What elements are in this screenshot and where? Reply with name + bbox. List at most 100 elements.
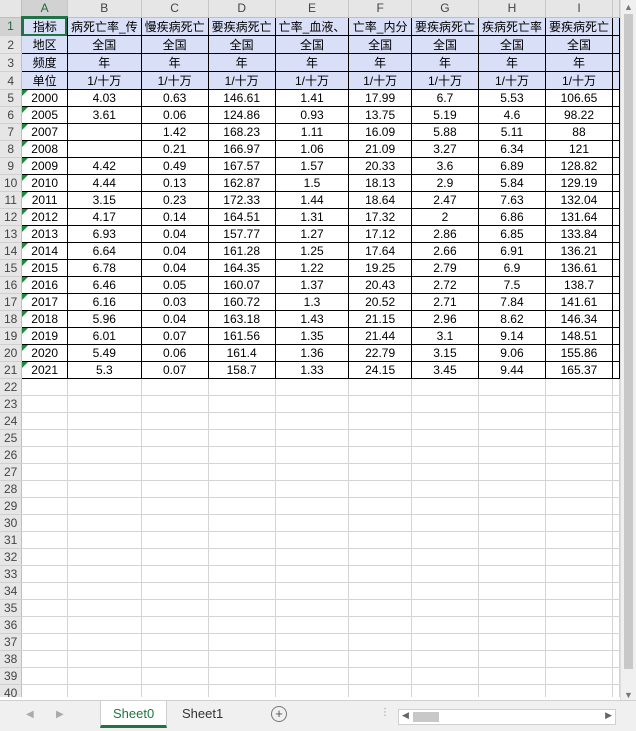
empty-cell[interactable]: [208, 667, 276, 685]
empty-cell[interactable]: [612, 667, 620, 685]
empty-cell[interactable]: [545, 497, 614, 515]
cell-c4[interactable]: 1/十万: [140, 71, 209, 90]
cell-a1[interactable]: 指标: [21, 16, 68, 36]
column-header-i[interactable]: I: [545, 0, 614, 18]
empty-cell[interactable]: [141, 497, 209, 515]
row-header[interactable]: 11: [0, 191, 23, 209]
empty-cell[interactable]: [612, 582, 620, 600]
cell-c3[interactable]: 年: [140, 53, 209, 72]
row-header[interactable]: 16: [0, 276, 23, 294]
empty-cell[interactable]: [208, 548, 276, 566]
empty-cell[interactable]: [612, 106, 620, 124]
cell-h13[interactable]: 6.85: [477, 225, 546, 243]
empty-cell[interactable]: [208, 446, 276, 464]
cell-a7[interactable]: 2007: [21, 123, 68, 141]
cell-c17[interactable]: 0.03: [140, 293, 209, 311]
cell-e8[interactable]: 1.06: [274, 140, 350, 158]
cell-b6[interactable]: 3.61: [66, 106, 142, 124]
cell-d17[interactable]: 160.72: [207, 293, 276, 311]
cell-d9[interactable]: 167.57: [207, 157, 276, 175]
empty-cell[interactable]: [141, 565, 209, 583]
cell-f4[interactable]: 1/十万: [348, 71, 412, 90]
tab-sheet1[interactable]: Sheet1: [170, 701, 235, 727]
empty-cell[interactable]: [21, 650, 68, 668]
cell-c11[interactable]: 0.23: [140, 191, 209, 209]
cell-f5[interactable]: 17.99: [348, 89, 412, 107]
cell-d19[interactable]: 161.56: [207, 327, 276, 345]
empty-cell[interactable]: [141, 531, 209, 549]
empty-cell[interactable]: [612, 89, 620, 107]
empty-cell[interactable]: [208, 395, 276, 413]
empty-cell[interactable]: [67, 412, 142, 430]
cell-c9[interactable]: 0.49: [140, 157, 209, 175]
empty-cell[interactable]: [545, 565, 614, 583]
empty-cell[interactable]: [348, 412, 412, 430]
empty-cell[interactable]: [141, 633, 209, 651]
row-header[interactable]: 32: [0, 548, 23, 566]
empty-cell[interactable]: [411, 429, 479, 447]
row-header[interactable]: 7: [0, 123, 23, 141]
empty-cell[interactable]: [478, 599, 546, 617]
empty-cell[interactable]: [141, 582, 209, 600]
empty-cell[interactable]: [141, 412, 209, 430]
cell-g19[interactable]: 3.1: [410, 327, 479, 345]
empty-cell[interactable]: [208, 650, 276, 668]
empty-cell[interactable]: [275, 582, 350, 600]
cell-c10[interactable]: 0.13: [140, 174, 209, 192]
empty-cell[interactable]: [612, 497, 620, 515]
cell-h9[interactable]: 6.89: [477, 157, 546, 175]
empty-cell[interactable]: [478, 395, 546, 413]
cell-e16[interactable]: 1.37: [274, 276, 350, 294]
empty-cell[interactable]: [411, 582, 479, 600]
select-all-corner[interactable]: [0, 0, 23, 18]
row-header[interactable]: 37: [0, 633, 23, 651]
empty-cell[interactable]: [208, 616, 276, 634]
empty-cell[interactable]: [612, 53, 620, 72]
cell-b20[interactable]: 5.49: [66, 344, 142, 362]
empty-cell[interactable]: [545, 395, 614, 413]
empty-cell[interactable]: [275, 463, 350, 481]
empty-cell[interactable]: [141, 463, 209, 481]
empty-cell[interactable]: [545, 412, 614, 430]
tab-scroll-right-icon[interactable]: ▶: [56, 709, 64, 720]
cell-b18[interactable]: 5.96: [66, 310, 142, 328]
cell-i2[interactable]: 全国: [544, 35, 614, 54]
empty-cell[interactable]: [67, 429, 142, 447]
empty-cell[interactable]: [208, 429, 276, 447]
empty-cell[interactable]: [21, 684, 68, 697]
empty-cell[interactable]: [141, 684, 209, 697]
empty-cell[interactable]: [545, 480, 614, 498]
empty-cell[interactable]: [67, 599, 142, 617]
empty-cell[interactable]: [612, 633, 620, 651]
empty-cell[interactable]: [478, 378, 546, 396]
cell-i19[interactable]: 148.51: [544, 327, 614, 345]
cell-e18[interactable]: 1.43: [274, 310, 350, 328]
cell-f8[interactable]: 21.09: [348, 140, 412, 158]
scroll-down-icon[interactable]: ▼: [624, 690, 633, 700]
cell-b1[interactable]: 病死亡率_传: [66, 16, 142, 36]
empty-cell[interactable]: [411, 616, 479, 634]
cell-d3[interactable]: 年: [207, 53, 276, 72]
cell-e11[interactable]: 1.44: [274, 191, 350, 209]
tab-sheet0[interactable]: Sheet0: [100, 701, 168, 728]
cell-e19[interactable]: 1.35: [274, 327, 350, 345]
empty-cell[interactable]: [545, 531, 614, 549]
empty-cell[interactable]: [141, 667, 209, 685]
cell-a21[interactable]: 2021: [21, 361, 68, 379]
cell-g12[interactable]: 2: [410, 208, 479, 226]
cell-table[interactable]: ABCDEFGHI 1 指标 病死亡率_传 慢疾病死亡 要疾病死亡 亡率_血液、 亡率_内分…: [0, 0, 620, 697]
empty-cell[interactable]: [348, 684, 412, 697]
row-header[interactable]: 34: [0, 582, 23, 600]
column-header-h[interactable]: H: [478, 0, 546, 18]
empty-cell[interactable]: [612, 259, 620, 277]
column-header-f[interactable]: F: [348, 0, 412, 18]
add-sheet-icon[interactable]: +: [271, 706, 287, 722]
empty-cell[interactable]: [21, 446, 68, 464]
cell-d11[interactable]: 172.33: [207, 191, 276, 209]
cell-g21[interactable]: 3.45: [410, 361, 479, 379]
cell-g17[interactable]: 2.71: [410, 293, 479, 311]
cell-c20[interactable]: 0.06: [140, 344, 209, 362]
cell-a20[interactable]: 2020: [21, 344, 68, 362]
empty-cell[interactable]: [612, 225, 620, 243]
row-header[interactable]: 22: [0, 378, 23, 396]
